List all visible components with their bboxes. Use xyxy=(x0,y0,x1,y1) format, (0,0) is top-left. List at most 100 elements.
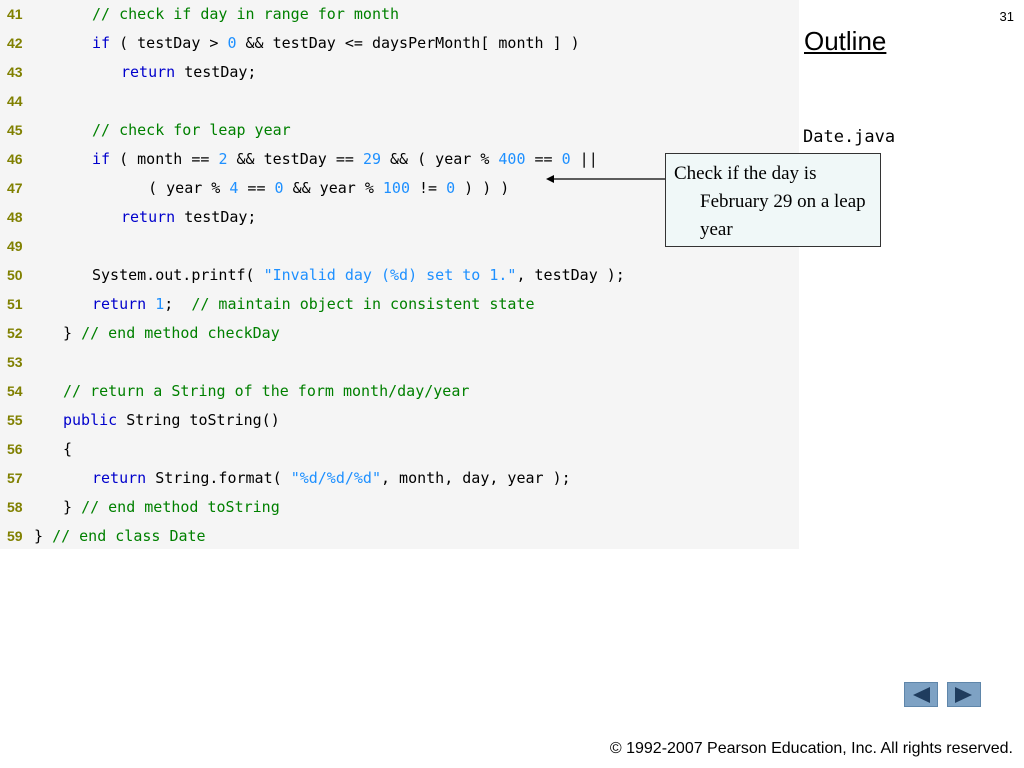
code-literal: 400 xyxy=(498,150,526,168)
code-text: } // end method toString xyxy=(63,498,280,516)
code-line: 58} // end method toString xyxy=(0,493,799,522)
code-literal: 29 xyxy=(362,150,381,168)
code-token: ( month == xyxy=(110,150,219,168)
line-number: 52 xyxy=(7,325,23,341)
code-token: || xyxy=(570,150,598,168)
code-keyword: return xyxy=(121,208,176,226)
code-comment: // maintain object in consistent state xyxy=(191,295,535,313)
code-keyword: return xyxy=(121,63,176,81)
line-number: 54 xyxy=(7,383,23,399)
line-number: 53 xyxy=(7,354,23,370)
line-number: 50 xyxy=(7,267,23,283)
copyright-notice: © 1992-2007 Pearson Education, Inc. All … xyxy=(609,740,1013,757)
previous-slide-button[interactable] xyxy=(904,682,938,707)
code-text: // return a String of the form month/day… xyxy=(63,382,469,400)
code-keyword: return xyxy=(92,295,147,313)
line-number: 44 xyxy=(7,93,23,109)
triangle-left-icon xyxy=(913,686,930,703)
code-token: String toString() xyxy=(117,411,280,429)
code-text: // check if day in range for month xyxy=(92,5,399,23)
code-text: System.out.printf( "Invalid day (%d) set… xyxy=(92,266,625,284)
code-line: 57 return String.format( "%d/%d/%d", mont… xyxy=(0,464,799,493)
code-text: if ( testDay > 0 && testDay <= daysPerMo… xyxy=(92,34,580,52)
code-line: 51 return 1; // maintain object in consis… xyxy=(0,290,799,319)
code-comment: // end method checkDay xyxy=(81,324,280,342)
callout-box: Check if the day is February 29 on a lea… xyxy=(665,153,881,247)
code-token: testDay; xyxy=(175,63,257,81)
code-token: != xyxy=(410,179,447,197)
code-keyword: public xyxy=(63,411,118,429)
code-token: } xyxy=(63,324,82,342)
code-token: ( testDay > xyxy=(110,34,228,52)
code-token: } xyxy=(34,527,53,545)
code-token: testDay; xyxy=(175,208,257,226)
code-token: && testDay <= daysPerMonth[ month ] ) xyxy=(236,34,580,52)
code-token: && ( year % xyxy=(381,150,499,168)
triangle-right-icon xyxy=(955,686,972,703)
next-slide-button[interactable] xyxy=(947,682,981,707)
code-literal: 100 xyxy=(382,179,410,197)
line-number: 42 xyxy=(7,35,23,51)
code-literal: 1 xyxy=(155,295,165,313)
outline-link[interactable]: Outline xyxy=(804,26,886,57)
line-number: 51 xyxy=(7,296,23,312)
code-keyword: if xyxy=(92,34,111,52)
code-token: , testDay ); xyxy=(516,266,625,284)
line-number: 47 xyxy=(7,180,23,196)
line-number: 59 xyxy=(7,528,23,544)
line-number: 43 xyxy=(7,64,23,80)
page-number: 31 xyxy=(999,9,1014,24)
code-line: 50 System.out.printf( "Invalid day (%d) s… xyxy=(0,261,799,290)
code-text: } // end class Date xyxy=(34,527,206,545)
code-token: == xyxy=(238,179,275,197)
code-keyword: if xyxy=(92,150,111,168)
code-comment: // end method toString xyxy=(81,498,280,516)
code-keyword: return xyxy=(92,469,147,487)
code-line: 54 // return a String of the form month/d… xyxy=(0,377,799,406)
line-number: 55 xyxy=(7,412,23,428)
code-text: public String toString() xyxy=(63,411,280,429)
code-comment: // end class Date xyxy=(52,527,206,545)
callout-text: Check if the day is February 29 on a lea… xyxy=(674,163,866,240)
line-number: 56 xyxy=(7,441,23,457)
code-token: String.format( xyxy=(146,469,291,487)
code-line: 41 // check if day in range for month xyxy=(0,0,799,29)
code-line: 42 if ( testDay > 0 && testDay <= daysPer… xyxy=(0,29,799,58)
code-token: System.out.printf( xyxy=(92,266,264,284)
code-line: 45 // check for leap year xyxy=(0,116,799,145)
code-token: ; xyxy=(164,295,192,313)
code-text: return 1; // maintain object in consiste… xyxy=(92,295,535,313)
file-name: Date.java xyxy=(803,127,896,147)
code-comment: // check if day in range for month xyxy=(92,5,400,23)
code-token: , month, day, year ); xyxy=(381,469,571,487)
code-line: 44 xyxy=(0,87,799,116)
code-text: { xyxy=(63,440,72,458)
line-number: 45 xyxy=(7,122,23,138)
code-text: if ( month == 2 && testDay == 29 && ( ye… xyxy=(92,150,598,168)
code-line: 52} // end method checkDay xyxy=(0,319,799,348)
code-line: 43 return testDay; xyxy=(0,58,799,87)
code-literal: "%d/%d/%d" xyxy=(290,469,381,487)
code-token: && year % xyxy=(283,179,383,197)
code-token: == xyxy=(525,150,562,168)
code-line: 55 public String toString() xyxy=(0,406,799,435)
code-listing: 41 // check if day in range for month 42 if… xyxy=(0,0,799,549)
code-literal: 0 xyxy=(561,150,571,168)
code-line: 56 { xyxy=(0,435,799,464)
code-token: ( year % xyxy=(121,179,230,197)
code-text: } // end method checkDay xyxy=(63,324,280,342)
line-number: 41 xyxy=(7,6,23,22)
code-token: ) ) ) xyxy=(455,179,510,197)
line-number: 57 xyxy=(7,470,23,486)
code-line: 59} // end class Date xyxy=(0,522,799,551)
code-literal: "Invalid day (%d) set to 1." xyxy=(263,266,517,284)
code-text: return testDay; xyxy=(121,63,256,81)
code-comment: // return a String of the form month/day… xyxy=(63,382,470,400)
code-literal: 0 xyxy=(227,34,237,52)
line-number: 46 xyxy=(7,151,23,167)
code-text: return String.format( "%d/%d/%d", month,… xyxy=(92,469,571,487)
code-literal: 0 xyxy=(446,179,456,197)
callout-arrow xyxy=(546,175,666,183)
line-number: 49 xyxy=(7,238,23,254)
